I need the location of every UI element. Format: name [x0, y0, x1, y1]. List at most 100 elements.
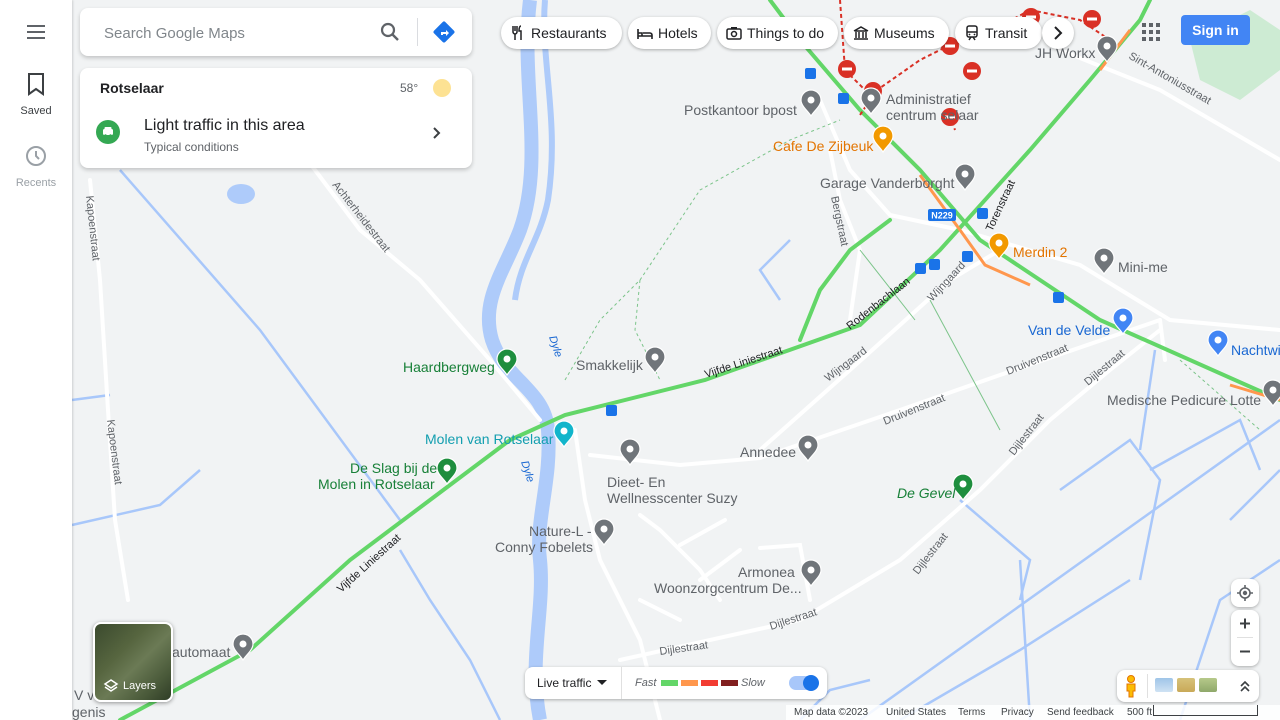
area-info-card: Rotselaar 58° Light traffic in this area…: [80, 68, 472, 168]
layers-button[interactable]: Layers: [93, 622, 173, 702]
saved-label: Saved: [20, 105, 52, 117]
poi-label[interactable]: Garage Vanderborght: [820, 175, 954, 191]
search-input[interactable]: [102, 20, 366, 46]
plus-icon: [1240, 618, 1250, 629]
search-box: [80, 8, 472, 56]
chip-label: Things to do: [747, 25, 825, 41]
traffic-title: Light traffic in this area: [144, 117, 305, 134]
poi-label[interactable]: Woonzorgcentrum De...: [654, 580, 802, 596]
poi-label[interactable]: Annedee: [740, 444, 796, 460]
chip-transit[interactable]: Transit: [955, 17, 1042, 49]
poi-label[interactable]: Van de Velde: [1028, 322, 1110, 338]
poi-label[interactable]: Conny Fobelets: [495, 539, 593, 555]
apps-button[interactable]: [1139, 20, 1163, 44]
my-location-icon: [1237, 585, 1253, 601]
chevron-up-double-icon[interactable]: [1237, 678, 1253, 694]
zoom-in-button[interactable]: [1231, 610, 1259, 637]
poi-label[interactable]: Dieet- En: [607, 474, 665, 490]
train-icon: [966, 25, 978, 41]
poi-label[interactable]: Merdin 2: [1013, 244, 1068, 260]
chip-hotels[interactable]: Hotels: [628, 17, 711, 49]
poi-label[interactable]: Administratief: [886, 91, 971, 107]
poi-label[interactable]: De Slag bij de: [350, 460, 437, 476]
poi-label[interactable]: centrum selaar: [886, 107, 979, 123]
poi-label[interactable]: Haardbergweg: [403, 359, 495, 375]
toggle-knob: [803, 675, 819, 691]
minus-icon: [1240, 650, 1250, 653]
poi-label[interactable]: Molen van Rotselaar: [425, 431, 554, 447]
poi-label[interactable]: Molen in Rotselaar: [318, 476, 435, 492]
poi-label: V v: [74, 687, 94, 703]
my-location-button[interactable]: [1231, 579, 1259, 607]
map-footer: Map data ©2023 United States Terms Priva…: [786, 705, 1280, 720]
legend-swatch: [701, 680, 718, 686]
poi-label[interactable]: Armonea: [738, 564, 795, 580]
directions-button[interactable]: [432, 20, 456, 44]
chip-label: Hotels: [658, 25, 698, 41]
dropdown-arrow-icon: [597, 680, 607, 685]
poi-label[interactable]: Mini-me: [1118, 259, 1168, 275]
terrain-thumb[interactable]: [1177, 678, 1195, 692]
poi-label[interactable]: Nature-L -: [529, 523, 592, 539]
terms-link[interactable]: Terms: [958, 707, 985, 718]
sign-in-button[interactable]: Sign in: [1181, 15, 1250, 45]
menu-icon: [27, 25, 45, 39]
privacy-link[interactable]: Privacy: [1001, 707, 1034, 718]
chip-things-to-do[interactable]: Things to do: [717, 17, 838, 49]
scale-bar[interactable]: [1153, 705, 1258, 716]
apps-grid-icon: [1142, 23, 1160, 41]
recents-label: Recents: [15, 177, 57, 189]
traffic-mode-dropdown[interactable]: Live traffic: [525, 667, 621, 699]
search-button[interactable]: [378, 20, 402, 44]
chip-museums[interactable]: Museums: [844, 17, 949, 49]
zoom-out-button[interactable]: [1231, 638, 1259, 665]
poi-label[interactable]: automaat: [172, 644, 230, 660]
poi-label[interactable]: Wellnesscenter Suzy: [607, 490, 737, 506]
zoom-controls: [1231, 610, 1259, 666]
map-data-credit: Map data ©2023: [794, 707, 869, 718]
send-feedback-link[interactable]: Send feedback: [1047, 707, 1114, 718]
chip-label: Transit: [985, 25, 1028, 41]
region-link[interactable]: United States: [886, 707, 946, 718]
pegman-icon: [1126, 675, 1136, 698]
street-view-button[interactable]: [1121, 674, 1141, 698]
divider: [621, 667, 622, 699]
car-icon: [96, 120, 120, 144]
divider: [1147, 674, 1148, 698]
map-tools: [1117, 670, 1259, 702]
chevron-right-icon: [1054, 26, 1063, 40]
sun-icon: [433, 79, 451, 97]
road-badge: N229: [931, 211, 953, 221]
satellite-thumb[interactable]: [1199, 678, 1217, 692]
chip-restaurants[interactable]: Restaurants: [501, 17, 622, 49]
poi-label[interactable]: Medische Pedicure Lotte: [1107, 392, 1261, 408]
search-icon: [380, 22, 399, 41]
poi-label[interactable]: Nachtwi: [1231, 342, 1280, 358]
poi-label[interactable]: Smakkelijk: [576, 357, 644, 373]
history-icon: [26, 146, 46, 166]
saved-button[interactable]: Saved: [0, 72, 72, 117]
traffic-row[interactable]: Light traffic in this area Typical condi…: [80, 108, 472, 158]
traffic-toggle[interactable]: [789, 675, 819, 691]
chips-next-button[interactable]: [1042, 17, 1074, 49]
poi-label[interactable]: Postkantoor bpost: [684, 102, 797, 118]
legend-swatch: [681, 680, 698, 686]
legend-swatch: [721, 680, 738, 686]
divider: [417, 18, 418, 46]
chip-label: Restaurants: [531, 25, 607, 41]
legend-fast-label: Fast: [635, 677, 657, 689]
chevron-right-icon: [433, 127, 441, 139]
imagery-thumb[interactable]: [1155, 678, 1173, 692]
recents-button[interactable]: Recents: [0, 144, 72, 189]
poi-label: genis: [72, 704, 105, 720]
traffic-mode-label: Live traffic: [537, 676, 592, 690]
legend-swatch: [661, 680, 678, 686]
menu-button[interactable]: [0, 20, 72, 49]
museum-icon: [853, 26, 869, 40]
scale-label[interactable]: 500 ft: [1127, 707, 1152, 718]
left-rail: Saved Recents: [0, 0, 72, 720]
layers-icon: [103, 679, 119, 692]
poi-label[interactable]: Cafe De Zijbeuk: [773, 138, 874, 154]
place-name: Rotselaar: [100, 80, 164, 96]
poi-label[interactable]: De Gevel: [897, 485, 956, 501]
